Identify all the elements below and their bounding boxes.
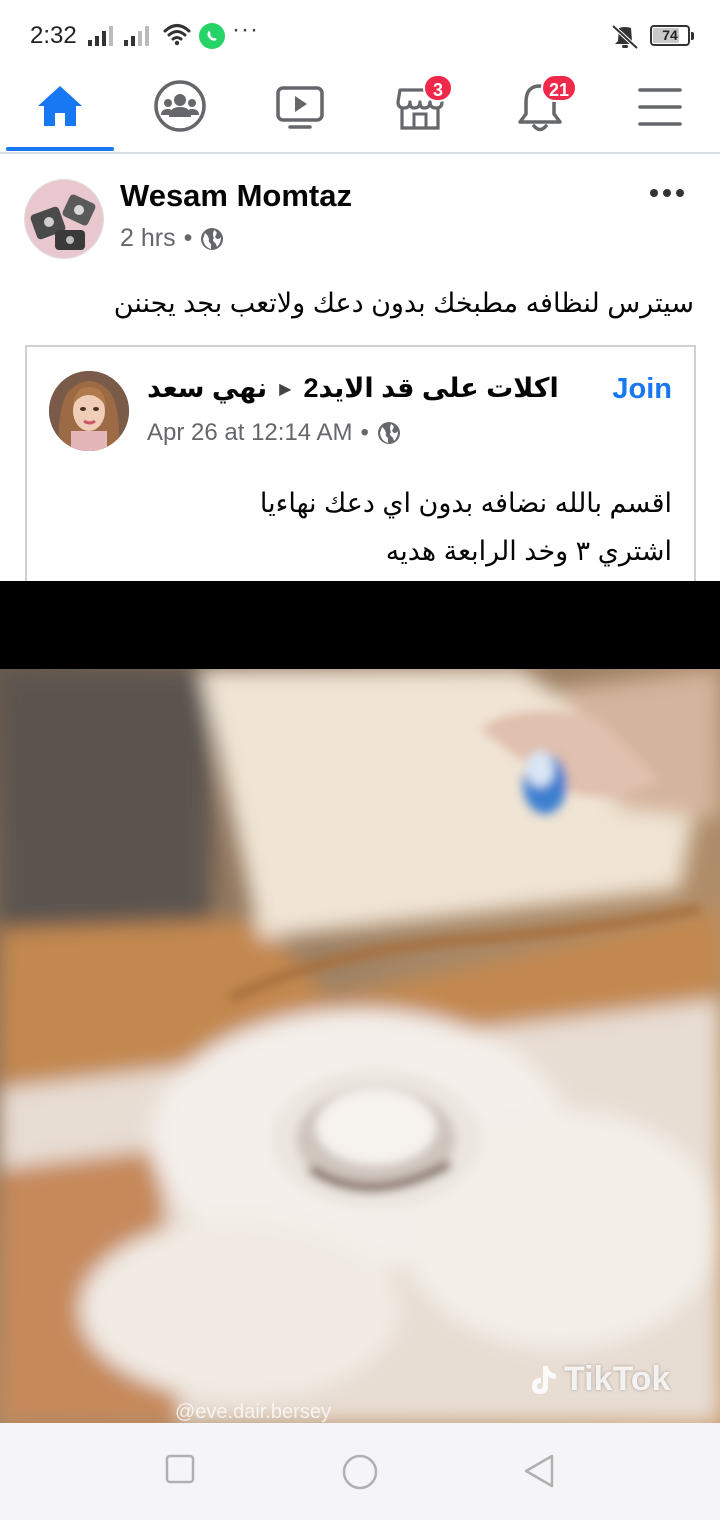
signal-icon [124,26,154,46]
author-name[interactable]: Wesam Momtaz [120,178,352,214]
top-nav: 3 21 [0,70,720,154]
post-text: سيترس لنظافه مطبخك بدون دعك ولاتعب بجد ي… [113,288,694,318]
tiktok-watermark: TikTok [528,1360,670,1399]
shared-time[interactable]: Apr 26 at 12:14 AM [147,419,352,447]
groups-icon [154,80,206,132]
globe-icon [377,422,400,444]
video-frame [0,669,720,1423]
home-icon [38,86,82,126]
shared-text-line: اقسم بالله نضافه بدون اي دعك نهاءيا [259,488,672,518]
shared-meta: Apr 26 at 12:14 AM • [147,419,401,447]
tab-watch[interactable] [245,70,355,152]
shared-title: نهي سعد ▶ 2اكلات على قد الايد [147,373,559,404]
tiktok-username: @eve.dair.bersey [175,1401,331,1423]
tab-groups[interactable] [125,70,235,152]
shared-user-avatar[interactable] [49,371,129,451]
author-avatar[interactable] [24,179,104,259]
battery-icon: 74 [650,25,694,46]
tab-home[interactable] [5,70,115,152]
notifications-badge: 21 [541,74,578,102]
status-more: ··· [232,16,259,43]
post-meta: 2 hrs • [120,224,224,253]
menu-icon [638,88,682,126]
status-bar: 2:32 ··· 74 [0,0,720,70]
shared-text: اقسم بالله نضافه بدون اي دعك نهاءيا اشتر… [260,479,672,575]
tiktok-icon [532,1365,556,1394]
whatsapp-icon [199,23,225,49]
marketplace-badge: 3 [423,74,453,102]
join-group-button[interactable]: Join [612,373,672,406]
post-options-button[interactable] [640,178,690,208]
home-button[interactable] [341,1453,379,1491]
shared-text-line: اشتري ٣ وخد الرابعة هديه [385,536,672,566]
signal-icon [88,26,118,46]
shared-user-name[interactable]: نهي سعد [147,373,267,404]
tab-marketplace[interactable]: 3 [365,70,475,152]
meta-separator: • [360,419,369,446]
wifi-icon [163,24,191,46]
battery-level: 74 [662,27,678,43]
tiktok-label: TikTok [564,1360,671,1398]
shared-group-name[interactable]: 2اكلات على قد الايد [303,373,558,404]
meta-separator: • [183,224,193,252]
video-player[interactable]: TikTok @eve.dair.bersey [0,581,720,1423]
mute-icon [611,24,639,50]
status-time: 2:32 [30,22,77,49]
video-icon [276,86,324,129]
arrow-right-icon: ▶ [279,380,292,398]
back-button[interactable] [522,1453,556,1489]
post-time[interactable]: 2 hrs [120,224,176,253]
tab-notifications[interactable]: 21 [485,70,595,152]
system-nav-bar [0,1423,720,1520]
tab-menu[interactable] [605,70,715,152]
globe-icon [201,227,224,250]
recent-apps-button[interactable] [164,1453,196,1485]
shared-post-card[interactable]: نهي سعد ▶ 2اكلات على قد الايد Join Apr 2… [25,345,696,585]
active-tab-indicator [6,147,114,151]
